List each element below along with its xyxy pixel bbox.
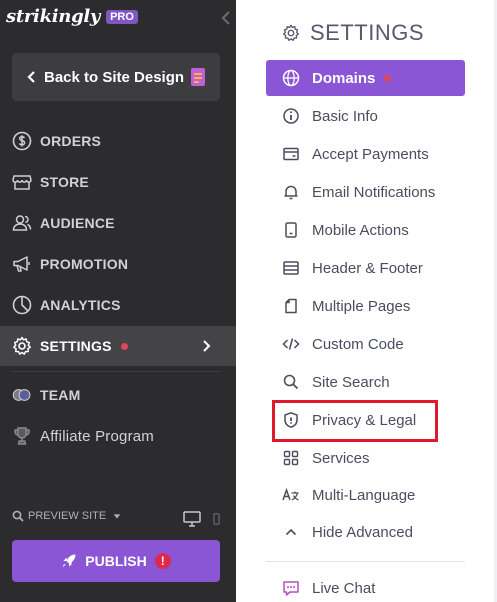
desktop-icon[interactable] — [183, 511, 201, 527]
settings-item-label: Email Notifications — [312, 183, 436, 201]
settings-item-hide-advanced[interactable]: Hide Advanced — [266, 514, 465, 550]
chevron-up-icon — [285, 528, 297, 536]
gear-icon — [282, 24, 300, 41]
settings-panel: SETTINGS Domains Basic Info Accept Payme… — [236, 0, 497, 602]
settings-item-email-notifications[interactable]: Email Notifications — [266, 174, 465, 210]
settings-item-label: Mobile Actions — [312, 221, 409, 239]
chevron-right-icon — [203, 340, 211, 352]
sidebar-item-label: SETTINGS — [40, 338, 112, 354]
sidebar-item-label: STORE — [40, 174, 89, 190]
settings-item-label: Custom Code — [312, 335, 404, 353]
settings-title: SETTINGS — [282, 20, 424, 46]
settings-item-label: Hide Advanced — [312, 523, 413, 541]
sidebar-item-promotion[interactable]: PROMOTION — [0, 244, 236, 284]
translate-icon — [282, 487, 299, 501]
settings-item-domains[interactable]: Domains — [266, 60, 465, 96]
search-icon — [12, 510, 24, 522]
trophy-icon — [14, 427, 30, 445]
caret-down-icon — [113, 514, 121, 519]
mobile-icon — [285, 222, 297, 238]
search-icon — [283, 374, 299, 390]
brand[interactable]: strikingly PRO — [6, 6, 138, 27]
rocket-icon — [63, 554, 76, 567]
settings-item-services[interactable]: Services — [266, 440, 465, 476]
settings-item-accept-payments[interactable]: Accept Payments — [266, 136, 465, 172]
settings-item-basic-info[interactable]: Basic Info — [266, 98, 465, 134]
settings-item-multiple-pages[interactable]: Multiple Pages — [266, 288, 465, 324]
settings-item-label: Accept Payments — [312, 145, 429, 163]
device-toggle — [183, 511, 220, 527]
settings-item-label: Multiple Pages — [312, 297, 411, 315]
credit-card-icon — [283, 147, 299, 161]
settings-item-label: Services — [312, 449, 370, 467]
sidebar-item-audience[interactable]: AUDIENCE — [0, 203, 236, 243]
settings-item-multi-language[interactable]: Multi-Language — [266, 477, 465, 513]
chevron-left-icon — [27, 71, 35, 83]
sidebar-item-label: ANALYTICS — [40, 297, 121, 313]
grid-icon — [283, 450, 299, 466]
design-document-icon — [191, 68, 205, 86]
settings-item-label: Domains — [312, 69, 376, 87]
mobile-device-icon[interactable] — [213, 513, 220, 525]
team-avatars-icon — [12, 389, 31, 401]
settings-title-text: SETTINGS — [310, 20, 425, 45]
annotation-highlight-box — [272, 400, 438, 442]
megaphone-icon — [13, 256, 30, 272]
sidebar-item-label: TEAM — [40, 387, 81, 403]
settings-item-header-footer[interactable]: Header & Footer — [266, 250, 465, 286]
settings-item-label: Multi-Language — [312, 486, 416, 504]
sidebar-item-settings[interactable]: SETTINGS — [0, 326, 236, 366]
strikingly-logo: strikingly — [6, 6, 101, 27]
notification-dot — [120, 342, 128, 350]
sidebar-item-label: PROMOTION — [40, 256, 129, 272]
back-to-site-design-button[interactable]: Back to Site Design — [12, 53, 220, 101]
sidebar-item-label: ORDERS — [40, 133, 102, 149]
preview-site-label: PREVIEW SITE — [28, 510, 107, 522]
info-icon — [283, 108, 299, 124]
code-icon — [282, 338, 300, 350]
back-button-label: Back to Site Design — [44, 68, 185, 86]
settings-item-label: Site Search — [312, 373, 390, 391]
publish-alert-badge: ! — [154, 553, 171, 569]
collapse-sidebar-icon[interactable] — [218, 8, 234, 28]
dollar-circle-icon — [12, 131, 32, 151]
storefront-icon — [12, 175, 32, 190]
bell-icon — [284, 185, 298, 200]
publish-label: PUBLISH — [85, 553, 147, 569]
settings-item-custom-code[interactable]: Custom Code — [266, 326, 465, 362]
pages-icon — [285, 298, 297, 314]
settings-divider — [266, 561, 465, 562]
publish-button[interactable]: PUBLISH ! — [12, 540, 220, 582]
pie-chart-icon — [12, 295, 32, 315]
pro-badge: PRO — [106, 9, 138, 24]
sidebar-item-analytics[interactable]: ANALYTICS — [0, 285, 236, 325]
sidebar-item-orders[interactable]: ORDERS — [0, 121, 236, 161]
people-icon — [12, 215, 32, 231]
settings-item-mobile-actions[interactable]: Mobile Actions — [266, 212, 465, 248]
gear-icon — [13, 336, 31, 355]
dashboard-sidebar: strikingly PRO Back to Site Design ORDER… — [0, 0, 236, 602]
settings-item-label: Basic Info — [312, 107, 378, 125]
sidebar-item-affiliate-program[interactable]: Affiliate Program — [0, 416, 236, 456]
settings-item-label: Header & Footer — [312, 259, 423, 277]
sidebar-item-label: AUDIENCE — [40, 215, 115, 231]
notification-dot — [384, 74, 392, 82]
settings-item-live-chat[interactable]: Live Chat — [266, 570, 465, 602]
settings-item-site-search[interactable]: Site Search — [266, 364, 465, 400]
sidebar-item-label: Affiliate Program — [40, 427, 155, 445]
sidebar-item-team[interactable]: TEAM — [0, 375, 236, 415]
header-footer-icon — [283, 261, 299, 275]
sidebar-divider — [12, 371, 220, 372]
globe-icon — [282, 69, 300, 87]
settings-item-label: Live Chat — [312, 579, 376, 597]
chat-icon — [283, 581, 299, 596]
sidebar-item-store[interactable]: STORE — [0, 162, 236, 202]
preview-site-dropdown[interactable]: PREVIEW SITE — [12, 510, 122, 522]
